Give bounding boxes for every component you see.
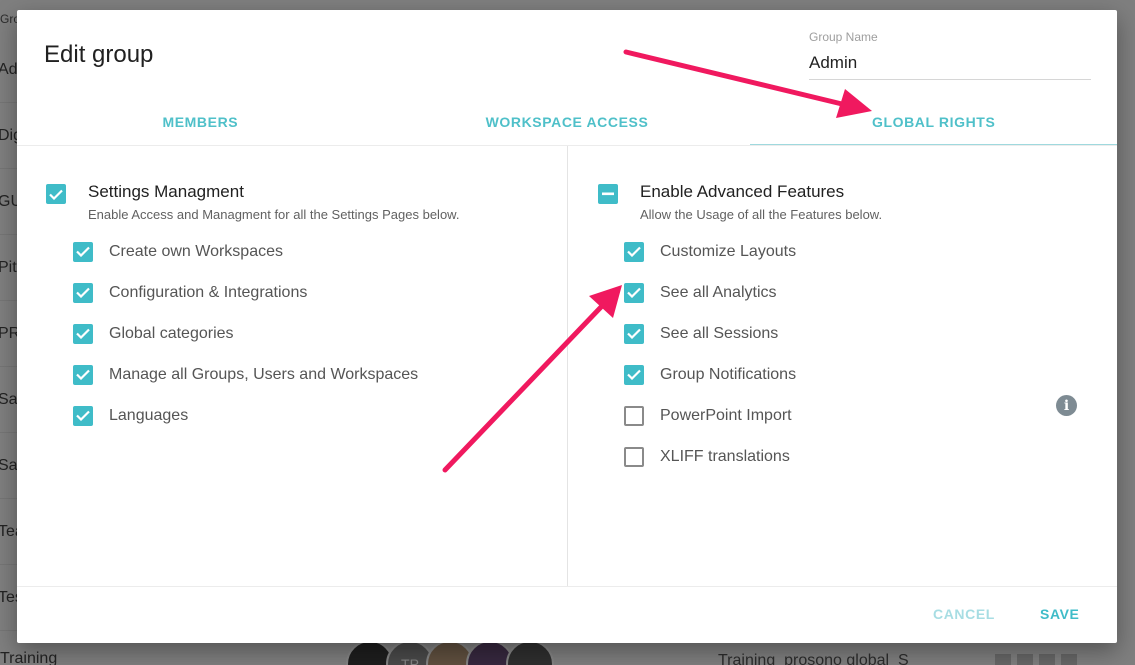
list-item: Configuration & Integrations xyxy=(73,272,418,313)
checkbox-label: Create own Workspaces xyxy=(109,242,283,260)
tab-members[interactable]: MEMBERS xyxy=(17,98,384,146)
checkbox-label: See all Analytics xyxy=(660,283,777,301)
check-icon xyxy=(76,410,90,421)
advanced-features-group: Enable Advanced Features Allow the Usage… xyxy=(598,182,882,222)
list-item: Group Notifications xyxy=(624,354,796,395)
group-name-label: Group Name xyxy=(809,30,878,44)
group-name-input[interactable] xyxy=(809,51,1091,80)
powerpoint-import-checkbox[interactable] xyxy=(624,405,644,426)
settings-management-panel: Settings Managment Enable Access and Man… xyxy=(17,146,567,586)
list-item: Manage all Groups, Users and Workspaces xyxy=(73,354,418,395)
see-all-sessions-checkbox[interactable] xyxy=(624,323,644,344)
check-icon xyxy=(627,287,641,298)
checkbox-label: XLIFF translations xyxy=(660,447,790,465)
check-icon xyxy=(76,246,90,257)
list-item: See all Analytics xyxy=(624,272,796,313)
cancel-button[interactable]: CANCEL xyxy=(933,606,995,622)
checkbox-label: PowerPoint Import xyxy=(660,406,792,424)
advanced-features-list: Customize Layouts See all Analytics See … xyxy=(624,231,796,477)
list-item: Create own Workspaces xyxy=(73,231,418,272)
list-item: Global categories xyxy=(73,313,418,354)
advanced-features-title: Enable Advanced Features xyxy=(640,182,845,201)
list-item: Languages xyxy=(73,395,418,436)
list-item: Customize Layouts xyxy=(624,231,796,272)
manage-all-groups-checkbox[interactable] xyxy=(73,364,93,385)
settings-management-list: Create own Workspaces Configuration & In… xyxy=(73,231,418,436)
checkbox-label: Group Notifications xyxy=(660,365,797,383)
configuration-integrations-checkbox[interactable] xyxy=(73,282,93,303)
advanced-features-description: Allow the Usage of all the Features belo… xyxy=(640,207,883,222)
dialog-title: Edit group xyxy=(44,41,154,68)
checkbox-label: Manage all Groups, Users and Workspaces xyxy=(109,365,419,383)
advanced-features-checkbox[interactable] xyxy=(598,184,618,204)
tab-bar: MEMBERS WORKSPACE ACCESS GLOBAL RIGHTS xyxy=(17,98,1117,146)
info-icon[interactable]: i xyxy=(1056,395,1077,416)
global-categories-checkbox[interactable] xyxy=(73,323,93,344)
footer-divider xyxy=(17,586,1117,587)
languages-checkbox[interactable] xyxy=(73,405,93,426)
xliff-translations-checkbox[interactable] xyxy=(624,446,644,467)
list-item: XLIFF translations xyxy=(624,436,796,477)
settings-management-title: Settings Managment xyxy=(88,182,244,201)
checkbox-label: Customize Layouts xyxy=(660,242,797,260)
list-item: PowerPoint Import xyxy=(624,395,796,436)
settings-management-checkbox[interactable] xyxy=(46,184,66,204)
checkbox-label: See all Sessions xyxy=(660,324,779,342)
check-icon xyxy=(76,369,90,380)
check-icon xyxy=(76,328,90,339)
group-name-field: Group Name xyxy=(809,30,1091,80)
group-notifications-checkbox[interactable] xyxy=(624,364,644,385)
check-icon xyxy=(627,369,641,380)
settings-management-group: Settings Managment Enable Access and Man… xyxy=(46,182,459,222)
save-button[interactable]: SAVE xyxy=(1040,606,1080,622)
edit-group-dialog: Edit group Group Name MEMBERS WORKSPACE … xyxy=(17,10,1117,643)
settings-management-description: Enable Access and Managment for all the … xyxy=(88,207,460,222)
check-icon xyxy=(49,189,63,200)
checkbox-label: Global categories xyxy=(109,324,234,342)
list-item: See all Sessions xyxy=(624,313,796,354)
tab-workspace-access[interactable]: WORKSPACE ACCESS xyxy=(384,98,751,146)
minus-icon xyxy=(602,192,614,196)
create-workspaces-checkbox[interactable] xyxy=(73,241,93,262)
check-icon xyxy=(627,246,641,257)
tab-global-rights[interactable]: GLOBAL RIGHTS xyxy=(750,98,1117,146)
check-icon xyxy=(627,328,641,339)
check-icon xyxy=(76,287,90,298)
checkbox-label: Languages xyxy=(109,406,189,424)
checkbox-label: Configuration & Integrations xyxy=(109,283,308,301)
customize-layouts-checkbox[interactable] xyxy=(624,241,644,262)
advanced-features-panel: Enable Advanced Features Allow the Usage… xyxy=(567,146,1117,586)
see-all-analytics-checkbox[interactable] xyxy=(624,282,644,303)
